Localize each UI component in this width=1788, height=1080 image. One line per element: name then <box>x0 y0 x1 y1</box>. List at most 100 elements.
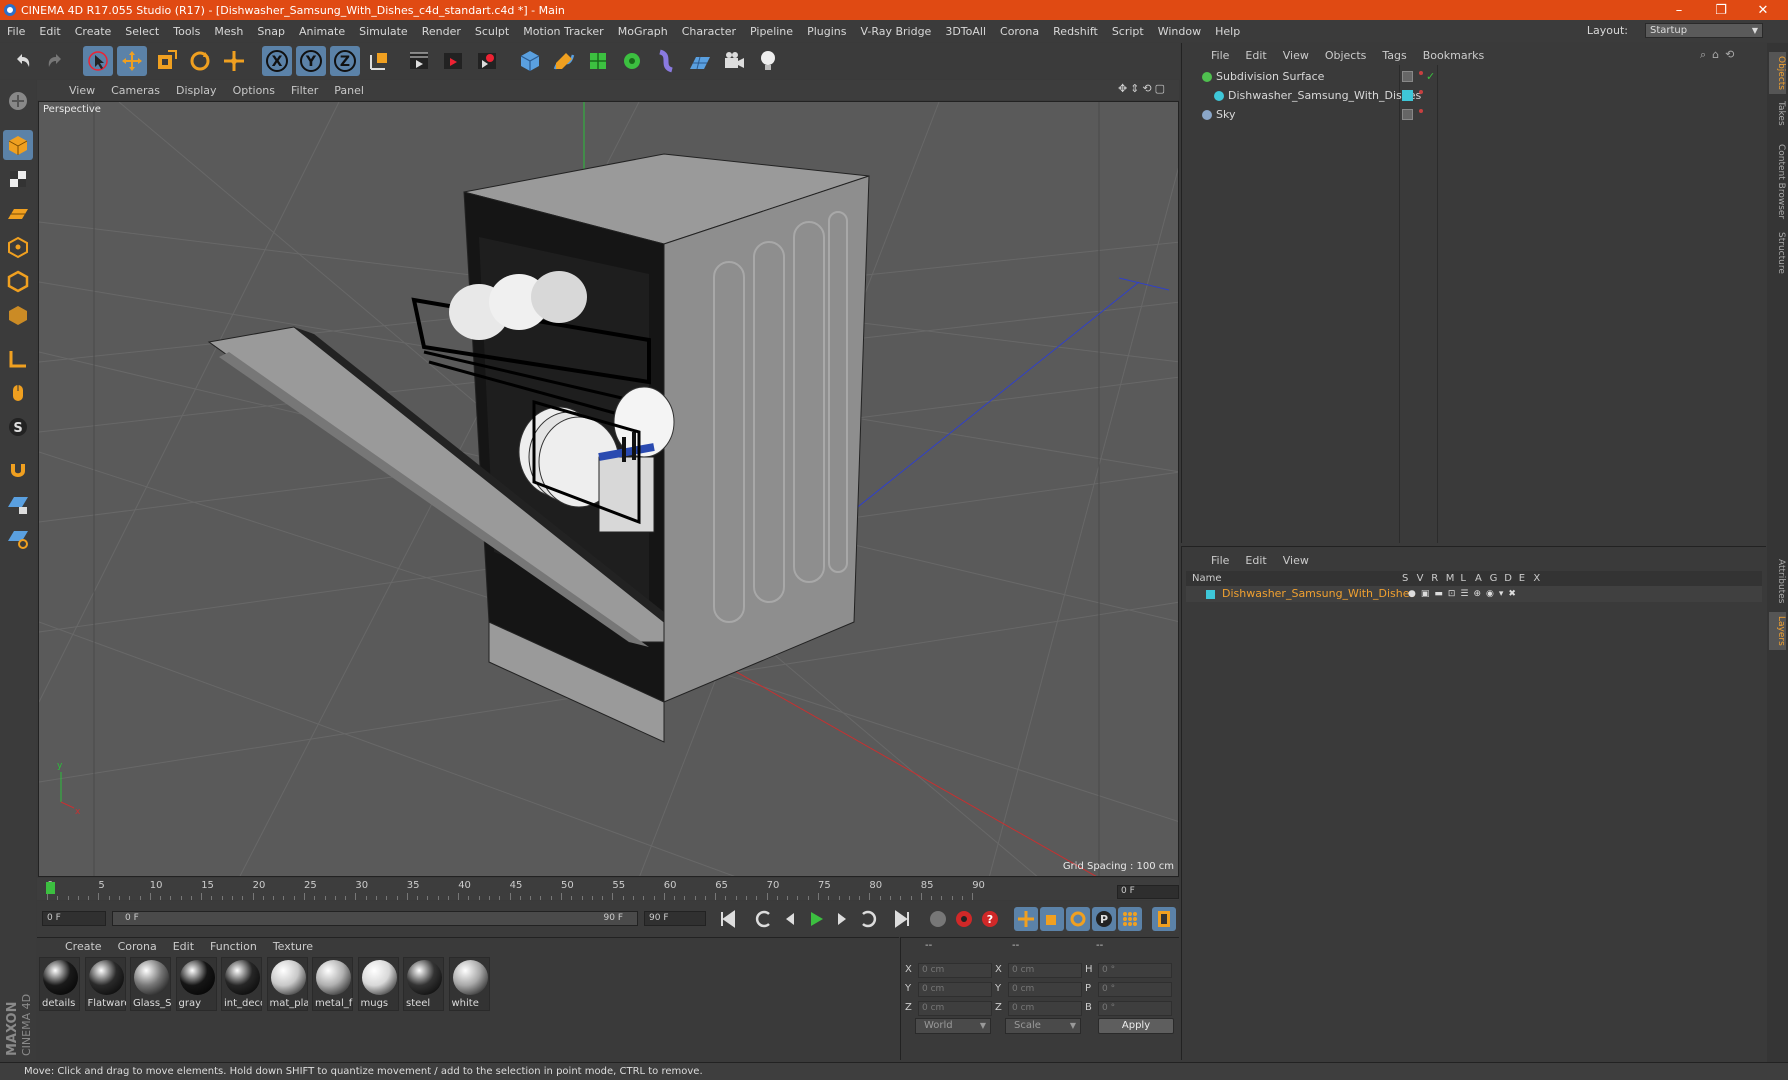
material-swatch[interactable]: metal_fr <box>312 957 353 1011</box>
viewport-menu-cameras[interactable]: Cameras <box>103 84 168 97</box>
material-swatch[interactable]: Flatware <box>84 957 126 1011</box>
add-floor-button[interactable] <box>685 46 715 76</box>
menu-character[interactable]: Character <box>675 25 743 38</box>
edges-mode-button[interactable] <box>3 266 33 296</box>
axis-mode-button[interactable] <box>3 344 33 374</box>
object-menu-objects[interactable]: Objects <box>1317 49 1375 62</box>
layer-color-tag-icon[interactable] <box>1402 90 1413 101</box>
coord-value-field[interactable]: 0 ° <box>1098 963 1172 978</box>
menu-sculpt[interactable]: Sculpt <box>468 25 516 38</box>
right-tab-content-browser[interactable]: Content Browser <box>1769 140 1786 223</box>
transform-tool-button[interactable] <box>219 46 249 76</box>
menu-plugins[interactable]: Plugins <box>800 25 853 38</box>
coord-value-field[interactable]: 0 cm <box>1008 982 1082 997</box>
close-button[interactable]: ✕ <box>1742 0 1784 20</box>
menu-create[interactable]: Create <box>68 25 119 38</box>
coord-value-field[interactable]: 0 cm <box>918 982 992 997</box>
layer-column-r[interactable]: R <box>1431 571 1438 586</box>
undo-button[interactable] <box>8 46 38 76</box>
x-axis-lock-button[interactable]: X <box>262 46 292 76</box>
timeline-current-frame[interactable]: 0 F <box>1117 885 1179 899</box>
rotate-tool-button[interactable] <box>185 46 215 76</box>
object-row[interactable]: Sky <box>1186 106 1762 123</box>
coord-value-field[interactable]: 0 ° <box>1098 982 1172 997</box>
y-axis-lock-button[interactable]: Y <box>296 46 326 76</box>
viewport-menu-panel[interactable]: Panel <box>326 84 372 97</box>
coord-space-dropdown[interactable]: World ▼ <box>915 1018 991 1034</box>
layer-menu-edit[interactable]: Edit <box>1237 554 1274 567</box>
menu-corona[interactable]: Corona <box>993 25 1046 38</box>
menu-script[interactable]: Script <box>1105 25 1151 38</box>
viewport-menu-filter[interactable]: Filter <box>283 84 326 97</box>
viewport-perspective[interactable]: y x Perspective Grid Spacing : 100 cm <box>38 101 1179 877</box>
material-swatch[interactable]: mat_pla <box>266 957 308 1011</box>
material-menu-edit[interactable]: Edit <box>165 940 202 953</box>
select-tool-button[interactable] <box>83 46 113 76</box>
prev-frame-button[interactable] <box>778 907 802 931</box>
object-visibility-icon[interactable] <box>1402 109 1413 120</box>
object-menu-edit[interactable]: Edit <box>1237 49 1274 62</box>
key-help-button[interactable]: ? <box>978 907 1002 931</box>
add-light-button[interactable] <box>753 46 783 76</box>
menu-render[interactable]: Render <box>415 25 468 38</box>
key-pla-button[interactable] <box>1118 907 1142 931</box>
menu-animate[interactable]: Animate <box>292 25 352 38</box>
next-frame-button[interactable] <box>830 907 854 931</box>
workplane-mode-button[interactable] <box>3 198 33 228</box>
menu-v-ray-bridge[interactable]: V-Ray Bridge <box>853 25 938 38</box>
snap-button[interactable] <box>3 456 33 486</box>
frame-range-slider[interactable]: 0 F 90 F <box>112 911 638 926</box>
layer-row[interactable]: Dishwasher_Samsung_With_Dishes ●▣▬⊡☰⊕◉▾✖ <box>1186 586 1762 602</box>
material-menu-corona[interactable]: Corona <box>110 940 165 953</box>
viewport-nav-icons[interactable]: ✥⇕⟲▢ <box>1118 82 1168 95</box>
key-rotation-button[interactable] <box>1066 907 1090 931</box>
key-scale-button[interactable] <box>1040 907 1064 931</box>
object-menu-tags[interactable]: Tags <box>1374 49 1414 62</box>
record-keys-button[interactable] <box>926 907 950 931</box>
material-swatch[interactable]: steel <box>403 957 444 1011</box>
object-row[interactable]: Subdivision Surface ✓ <box>1186 68 1762 85</box>
layer-column-s[interactable]: S <box>1402 571 1408 586</box>
maximize-button[interactable]: ❐ <box>1700 0 1742 20</box>
apply-button[interactable]: Apply <box>1098 1018 1174 1034</box>
layer-column-v[interactable]: V <box>1417 571 1424 586</box>
add-deformer-button[interactable] <box>651 46 681 76</box>
right-tab-attributes[interactable]: Attributes <box>1769 555 1786 607</box>
layer-menu-file[interactable]: File <box>1203 554 1237 567</box>
material-menu-create[interactable]: Create <box>57 940 110 953</box>
object-row[interactable]: Dishwasher_Samsung_With_Dishes <box>1186 87 1762 104</box>
object-menu-view[interactable]: View <box>1275 49 1317 62</box>
move-tool-button[interactable] <box>117 46 147 76</box>
solo-button[interactable]: S <box>3 412 33 442</box>
object-render-dots-icon[interactable] <box>1419 71 1423 75</box>
menu-edit[interactable]: Edit <box>32 25 67 38</box>
scale-tool-button[interactable] <box>151 46 181 76</box>
object-render-dots-icon[interactable] <box>1419 90 1423 94</box>
viewport-menu-view[interactable]: View <box>61 84 103 97</box>
menu-help[interactable]: Help <box>1208 25 1247 38</box>
coord-mode-dropdown[interactable]: Scale ▼ <box>1005 1018 1081 1034</box>
right-tab-layers[interactable]: Layers <box>1769 612 1786 650</box>
add-camera-button[interactable] <box>719 46 749 76</box>
right-tab-structure[interactable]: Structure <box>1769 228 1786 278</box>
material-swatch[interactable]: white <box>448 957 490 1011</box>
lock-workplane-button[interactable] <box>3 490 33 520</box>
menu-simulate[interactable]: Simulate <box>352 25 415 38</box>
layer-column-m[interactable]: M <box>1446 571 1455 586</box>
layer-column-l[interactable]: L <box>1460 571 1466 586</box>
timeline-ruler[interactable]: 051015202530354045505560657075808590 <box>37 878 1179 900</box>
menu-3dtoall[interactable]: 3DToAll <box>938 25 993 38</box>
playhead-marker[interactable] <box>46 882 55 894</box>
viewport-menu-options[interactable]: Options <box>225 84 283 97</box>
coord-value-field[interactable]: 0 cm <box>1008 1001 1082 1016</box>
object-visibility-icon[interactable] <box>1402 71 1413 82</box>
play-button[interactable] <box>804 907 828 931</box>
menu-redshift[interactable]: Redshift <box>1046 25 1105 38</box>
add-array-button[interactable] <box>617 46 647 76</box>
next-key-button[interactable] <box>856 907 880 931</box>
material-menu-function[interactable]: Function <box>202 940 265 953</box>
coordinate-system-button[interactable] <box>364 46 394 76</box>
menu-mesh[interactable]: Mesh <box>207 25 250 38</box>
add-spline-button[interactable] <box>549 46 579 76</box>
prev-key-button[interactable] <box>752 907 776 931</box>
